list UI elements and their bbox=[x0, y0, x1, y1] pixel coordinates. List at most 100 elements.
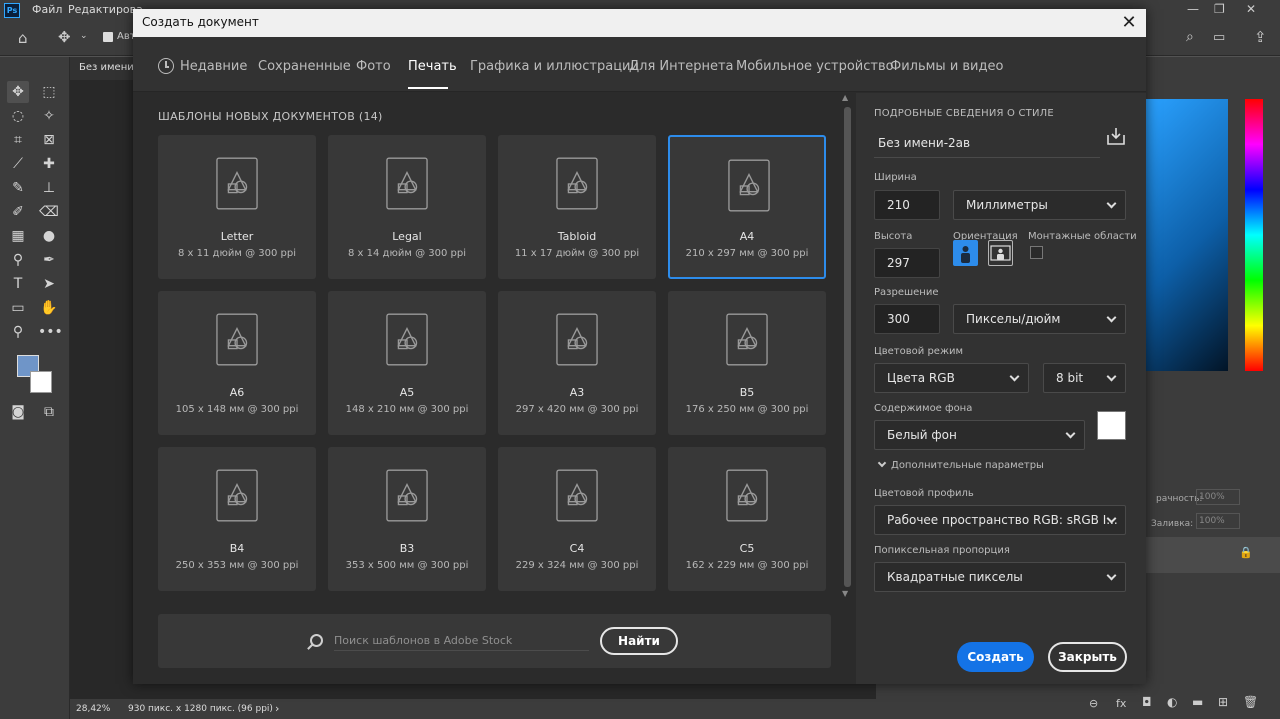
template-card[interactable]: A3 297 x 420 мм @ 300 ppi bbox=[498, 291, 656, 435]
rectangle-tool-icon[interactable]: ▭ bbox=[7, 297, 29, 319]
restore-icon[interactable]: ❐ bbox=[1214, 2, 1225, 16]
zoom-level[interactable]: 28,42% bbox=[76, 704, 110, 714]
stamp-tool-icon[interactable]: ⊥ bbox=[38, 177, 60, 199]
workspace-icon[interactable]: ▭ bbox=[1213, 30, 1225, 45]
save-preset-icon[interactable] bbox=[1106, 126, 1126, 146]
color-picker-field[interactable] bbox=[1146, 99, 1228, 371]
move-tool-icon[interactable]: ✥ bbox=[58, 28, 71, 46]
search-icon[interactable]: ⌕ bbox=[1186, 29, 1194, 45]
scroll-down-icon[interactable]: ▼ bbox=[842, 589, 848, 598]
auto-select-checkbox[interactable] bbox=[103, 32, 113, 42]
blur-tool-icon[interactable]: ● bbox=[38, 225, 60, 247]
hue-slider[interactable] bbox=[1245, 99, 1263, 371]
frame-tool-icon[interactable]: ⊠ bbox=[38, 129, 60, 151]
chevron-down-icon[interactable] bbox=[877, 458, 887, 468]
tab-art-illustration[interactable]: Графика и иллюстрации bbox=[470, 59, 639, 74]
more-tools-icon[interactable]: ••• bbox=[38, 321, 63, 343]
adjustment-layer-icon[interactable]: ◐ bbox=[1167, 695, 1177, 709]
minimize-icon[interactable]: — bbox=[1187, 2, 1199, 16]
portrait-orientation-button[interactable] bbox=[953, 240, 978, 266]
layer-row[interactable]: 🔒 bbox=[1146, 537, 1280, 573]
template-card[interactable]: A6 105 x 148 мм @ 300 ppi bbox=[158, 291, 316, 435]
gradient-tool-icon[interactable]: ▦ bbox=[7, 225, 29, 247]
tab-film-video[interactable]: Фильмы и видео bbox=[890, 59, 1003, 74]
template-card[interactable]: A5 148 x 210 мм @ 300 ppi bbox=[328, 291, 486, 435]
height-input[interactable]: 297 bbox=[874, 248, 940, 278]
menu-file[interactable]: Файл bbox=[32, 3, 62, 16]
template-card[interactable]: Tabloid 11 x 17 дюйм @ 300 ppi bbox=[498, 135, 656, 279]
screen-mode-icon[interactable]: ⧉ bbox=[38, 401, 60, 423]
hand-tool-icon[interactable]: ✋ bbox=[38, 297, 60, 319]
share-icon[interactable]: ⇪ bbox=[1254, 28, 1267, 46]
type-tool-icon[interactable]: T bbox=[7, 273, 29, 295]
close-icon[interactable]: ✕ bbox=[1118, 12, 1140, 34]
template-card[interactable]: B5 176 x 250 мм @ 300 ppi bbox=[668, 291, 826, 435]
template-card[interactable]: B3 353 x 500 мм @ 300 ppi bbox=[328, 447, 486, 591]
close-window-icon[interactable]: ✕ bbox=[1246, 2, 1256, 16]
crop-tool-icon[interactable]: ⌗ bbox=[7, 129, 29, 151]
width-unit-select[interactable]: Миллиметры bbox=[953, 190, 1126, 220]
new-layer-icon[interactable]: ⊞ bbox=[1218, 695, 1228, 709]
template-card[interactable]: Letter 8 x 11 дюйм @ 300 ppi bbox=[158, 135, 316, 279]
brush-tool-icon[interactable]: ✎ bbox=[7, 177, 29, 199]
advanced-options-toggle[interactable]: Дополнительные параметры bbox=[891, 460, 1044, 471]
path-selection-icon[interactable]: ➤ bbox=[38, 273, 60, 295]
pen-tool-icon[interactable]: ✒ bbox=[38, 249, 60, 271]
tab-web[interactable]: Для Интернета bbox=[629, 59, 734, 74]
chevron-down-icon[interactable]: ⌄ bbox=[80, 31, 88, 41]
healing-brush-icon[interactable]: ✚ bbox=[38, 153, 60, 175]
tab-print[interactable]: Печать bbox=[408, 59, 457, 74]
eraser-icon[interactable]: ⌫ bbox=[38, 201, 60, 223]
template-card[interactable]: Legal 8 x 14 дюйм @ 300 ppi bbox=[328, 135, 486, 279]
trash-icon[interactable]: 🗑 bbox=[1243, 695, 1258, 709]
template-card[interactable]: B4 250 x 353 мм @ 300 ppi bbox=[158, 447, 316, 591]
add-mask-icon[interactable]: ◘ bbox=[1142, 695, 1152, 709]
stock-search-input[interactable] bbox=[334, 631, 589, 651]
marquee-tool-icon[interactable]: ⬚ bbox=[38, 81, 60, 103]
scroll-up-icon[interactable]: ▲ bbox=[842, 93, 848, 102]
home-icon[interactable]: ⌂ bbox=[18, 29, 28, 47]
group-icon[interactable]: ▬ bbox=[1192, 695, 1203, 709]
chevron-down-icon bbox=[1009, 371, 1020, 382]
fx-icon[interactable]: fx bbox=[1116, 697, 1126, 710]
tab-saved[interactable]: Сохраненные bbox=[258, 59, 351, 74]
search-button[interactable]: Найти bbox=[600, 627, 678, 655]
eyedropper-icon[interactable]: ⟋ bbox=[7, 153, 29, 175]
background-color-swatch[interactable] bbox=[30, 371, 52, 393]
fill-field[interactable]: 100% bbox=[1196, 513, 1240, 529]
bit-depth-select[interactable]: 8 bit bbox=[1043, 363, 1126, 393]
zoom-tool-icon[interactable]: ⚲ bbox=[7, 321, 29, 343]
template-card[interactable]: A4 210 x 297 мм @ 300 ppi bbox=[668, 135, 826, 279]
color-profile-select[interactable]: Рабочее пространство RGB: sRGB I... bbox=[874, 505, 1126, 535]
background-contents-value: Белый фон bbox=[887, 428, 957, 442]
chevron-right-icon[interactable]: › bbox=[275, 702, 279, 715]
template-card[interactable]: C5 162 x 229 мм @ 300 ppi bbox=[668, 447, 826, 591]
template-card[interactable]: C4 229 x 324 мм @ 300 ppi bbox=[498, 447, 656, 591]
history-brush-icon[interactable]: ✐ bbox=[7, 201, 29, 223]
menu-edit[interactable]: Редактирова bbox=[68, 3, 143, 16]
landscape-orientation-button[interactable] bbox=[988, 240, 1013, 266]
link-layers-icon[interactable]: ⊖ bbox=[1089, 697, 1098, 710]
scrollbar-thumb[interactable] bbox=[844, 107, 851, 587]
tab-photo[interactable]: Фото bbox=[356, 59, 391, 74]
resolution-unit-select[interactable]: Пикселы/дюйм bbox=[953, 304, 1126, 334]
artboards-checkbox[interactable] bbox=[1030, 246, 1043, 259]
preset-name-field[interactable]: Без имени-2ав bbox=[874, 128, 1100, 158]
opacity-field[interactable]: 100% bbox=[1196, 489, 1240, 505]
tab-mobile[interactable]: Мобильное устройство bbox=[736, 59, 894, 74]
background-contents-select[interactable]: Белый фон bbox=[874, 420, 1085, 450]
pixel-aspect-select[interactable]: Квадратные пикселы bbox=[874, 562, 1126, 592]
color-mode-select[interactable]: Цвета RGB bbox=[874, 363, 1029, 393]
dodge-tool-icon[interactable]: ⚲ bbox=[7, 249, 29, 271]
width-input[interactable]: 210 bbox=[874, 190, 940, 220]
quick-mask-icon[interactable]: ◙ bbox=[7, 401, 29, 423]
close-button[interactable]: Закрыть bbox=[1048, 642, 1127, 672]
lasso-tool-icon[interactable]: ◌ bbox=[7, 105, 29, 127]
background-color-swatch[interactable] bbox=[1097, 411, 1126, 440]
create-button[interactable]: Создать bbox=[957, 642, 1034, 672]
resolution-input[interactable]: 300 bbox=[874, 304, 940, 334]
document-tab[interactable]: Без имени bbox=[79, 62, 134, 73]
move-tool-icon[interactable]: ✥ bbox=[7, 81, 29, 103]
tab-recent[interactable]: Недавние bbox=[180, 59, 247, 74]
magic-wand-icon[interactable]: ✧ bbox=[38, 105, 60, 127]
